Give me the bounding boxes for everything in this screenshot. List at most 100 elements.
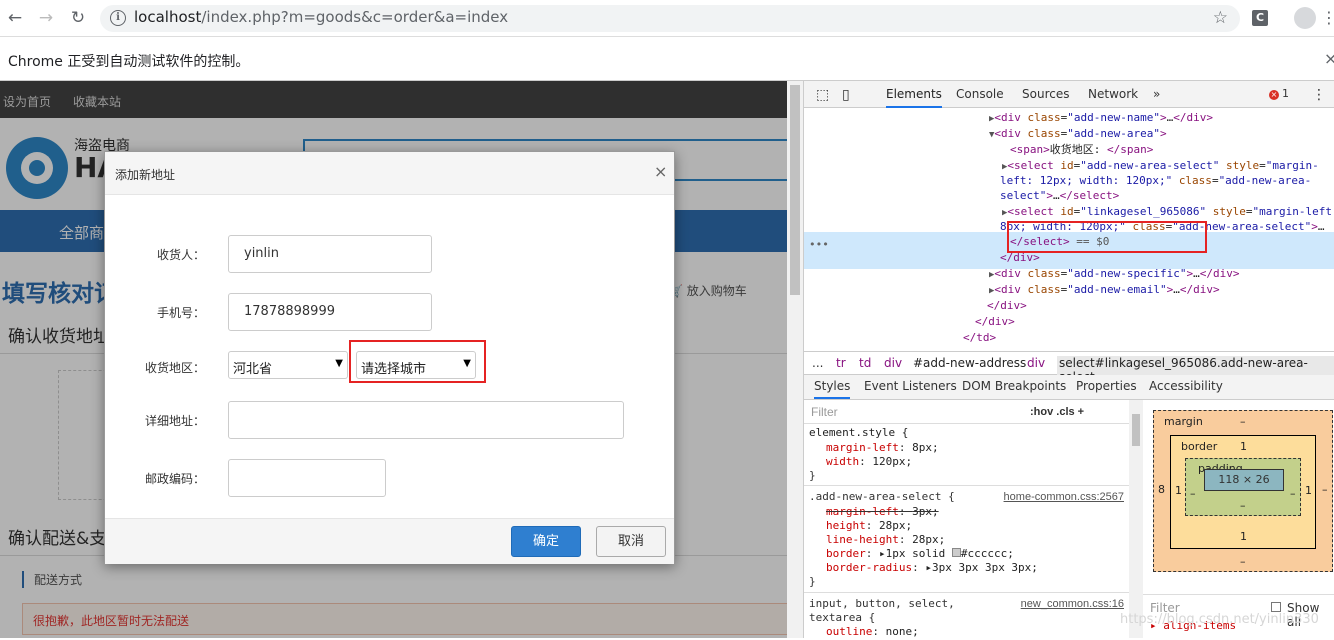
divider: [804, 485, 1129, 486]
url-path: /index.php?m=goods&c=order&a=index: [201, 8, 509, 26]
tab-properties[interactable]: Properties: [1076, 379, 1137, 393]
error-icon: ×: [1269, 90, 1279, 100]
devtools-panel: ⬚ ▯ Elements Console Sources Network » ×…: [803, 81, 1334, 638]
tab-accessibility[interactable]: Accessibility: [1149, 379, 1223, 393]
styles-scroll-thumb[interactable]: [1132, 414, 1140, 446]
close-icon[interactable]: ×: [1324, 49, 1334, 68]
dom-tree[interactable]: ••• ▶<div class="add-new-name">…</div> ▼…: [804, 108, 1334, 353]
padding-left: –: [1190, 487, 1196, 500]
page-scrollbar[interactable]: [787, 81, 803, 638]
highlight-box: [1007, 221, 1207, 253]
close-icon[interactable]: ×: [654, 162, 667, 181]
tab-elements[interactable]: Elements: [886, 87, 942, 108]
confirm-button[interactable]: 确定: [511, 526, 581, 557]
padding-right: –: [1290, 487, 1296, 500]
zip-input[interactable]: [228, 459, 386, 497]
css-declaration[interactable]: line-height: 28px;: [826, 533, 945, 548]
node-ellipsis[interactable]: •••: [809, 237, 829, 253]
tab-console[interactable]: Console: [956, 87, 1004, 101]
name-input[interactable]: yinlin: [228, 235, 432, 273]
crumb[interactable]: div: [884, 356, 902, 370]
area-label: 收货地区：: [144, 361, 205, 375]
border-label: border: [1181, 440, 1218, 453]
css-declaration[interactable]: height: 28px;: [826, 519, 912, 534]
breadcrumb: ... tr td div #add-new-address div selec…: [804, 351, 1334, 384]
margin-left: 8: [1158, 483, 1165, 496]
dom-line[interactable]: ▶<div class="add-new-name">…</div>: [989, 110, 1213, 128]
rule-selector: textarea {: [809, 611, 876, 624]
css-declaration[interactable]: margin-left: 3px;: [826, 505, 939, 520]
css-declaration[interactable]: width: 120px;: [826, 455, 912, 470]
box-model-padding: padding – – – 118 × 26: [1185, 458, 1301, 516]
inspect-icon[interactable]: ⬚: [816, 87, 829, 103]
forward-icon[interactable]: →: [36, 8, 56, 28]
watermark: https://blog.csdn.net/yinlin330: [1120, 612, 1319, 627]
url-text: localhost/index.php?m=goods&c=order&a=in…: [134, 8, 508, 26]
cancel-button[interactable]: 取消: [596, 526, 666, 557]
dom-line: </div>: [987, 299, 1027, 312]
phone-input[interactable]: 17878898999: [228, 293, 432, 331]
phone-value: 17878898999: [244, 304, 335, 319]
zip-label: 邮政编码：: [144, 472, 205, 486]
tab-styles[interactable]: Styles: [814, 379, 851, 399]
crumb[interactable]: tr: [836, 356, 846, 370]
province-select[interactable]: 河北省 ▼: [228, 351, 348, 379]
error-badge[interactable]: × 1: [1269, 87, 1289, 100]
dom-line: </div>: [975, 315, 1015, 328]
device-toggle-icon[interactable]: ▯: [842, 87, 850, 103]
styles-scrollbar[interactable]: [1129, 400, 1143, 638]
show-all-checkbox[interactable]: [1271, 602, 1281, 612]
dom-line[interactable]: ▶<div class="add-new-specific">…</div>: [989, 266, 1240, 284]
styles-filter[interactable]: Filter :hov .cls +: [804, 400, 1129, 424]
browser-toolbar: ← → ↻ i localhost/index.php?m=goods&c=or…: [0, 0, 1334, 37]
margin-top: –: [1240, 415, 1246, 428]
back-icon[interactable]: ←: [5, 8, 25, 28]
tab-network[interactable]: Network: [1088, 87, 1138, 101]
tab-event-listeners[interactable]: Event Listeners: [864, 379, 957, 393]
dom-line[interactable]: ▶<div class="add-new-email">…</div>: [989, 282, 1220, 300]
css-declaration[interactable]: border-radius: ▸3px 3px 3px 3px;: [826, 561, 1038, 576]
extension-icon[interactable]: C: [1252, 10, 1268, 26]
tab-dom-breakpoints[interactable]: DOM Breakpoints: [962, 379, 1066, 393]
reload-icon[interactable]: ↻: [68, 8, 88, 28]
crumb[interactable]: td: [859, 356, 871, 370]
crumb[interactable]: ...: [812, 356, 823, 370]
border-right: 1: [1305, 484, 1312, 497]
dialog-header: 添加新地址 ×: [105, 152, 674, 195]
rule-selector: .add-new-area-select {: [809, 490, 955, 503]
filter-placeholder: Filter: [811, 405, 838, 419]
detail-address-input[interactable]: [228, 401, 624, 439]
crumb[interactable]: #add-new-address: [913, 356, 1026, 370]
dom-line[interactable]: ▼<div class="add-new-area">: [989, 126, 1167, 144]
source-link[interactable]: new_common.css:16: [1021, 597, 1124, 612]
highlight-box: [349, 340, 486, 383]
info-icon[interactable]: i: [110, 10, 126, 26]
hov-cls-buttons[interactable]: :hov .cls +: [1030, 405, 1084, 420]
dom-line[interactable]: <span>收货地区: </span>: [1010, 142, 1153, 158]
devtools-menu-icon[interactable]: ⋮: [1312, 87, 1326, 103]
css-declaration[interactable]: border: ▸1px solid #cccccc;: [826, 547, 1014, 562]
profile-avatar[interactable]: [1294, 7, 1316, 29]
border-left: 1: [1175, 484, 1182, 497]
css-declaration[interactable]: outline: none;: [826, 625, 919, 640]
rule-selector: input, button, select,: [809, 597, 955, 610]
page-scroll-thumb[interactable]: [790, 85, 800, 295]
menu-icon[interactable]: ⋮: [1321, 8, 1334, 27]
crumb[interactable]: div: [1027, 356, 1045, 370]
rule-close: }: [809, 469, 816, 482]
bookmark-star-icon[interactable]: ☆: [1213, 8, 1228, 28]
border-bottom: 1: [1240, 530, 1247, 543]
divider: [804, 592, 1129, 593]
tab-sources[interactable]: Sources: [1022, 87, 1069, 101]
border-top: 1: [1240, 440, 1247, 453]
css-declaration[interactable]: margin-left: 8px;: [826, 441, 939, 456]
province-value: 河北省: [233, 362, 273, 377]
margin-label: margin: [1164, 415, 1203, 428]
more-tabs-icon[interactable]: »: [1153, 87, 1160, 101]
automation-infobar: Chrome 正受到自动测试软件的控制。 ×: [0, 37, 1334, 81]
name-value: yinlin: [244, 246, 280, 261]
devtools-tabbar: ⬚ ▯ Elements Console Sources Network » ×…: [804, 81, 1334, 108]
address-bar[interactable]: i localhost/index.php?m=goods&c=order&a=…: [100, 5, 1240, 32]
rule-selector: element.style {: [809, 426, 909, 439]
source-link[interactable]: home-common.css:2567: [1004, 490, 1124, 505]
